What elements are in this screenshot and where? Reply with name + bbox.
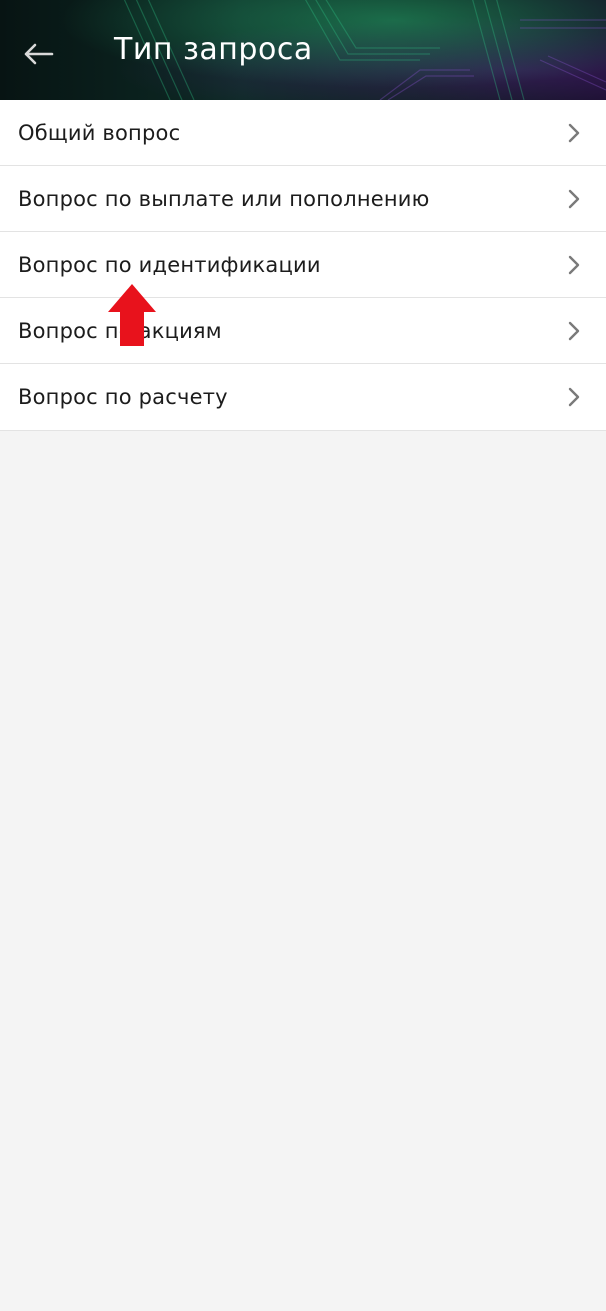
list-item-label: Общий вопрос [18,120,181,145]
app-header: Тип запроса [0,0,606,100]
chevron-right-icon [568,387,580,407]
chevron-right-icon [568,123,580,142]
list-item-settlement-question[interactable]: Вопрос по расчету [0,364,606,430]
back-button[interactable] [18,34,58,74]
chevron-right-icon [568,321,580,340]
chevron-right-icon [568,189,580,208]
chevron-right-icon [568,255,580,274]
red-up-arrow-icon [108,284,156,346]
page-title: Тип запроса [114,32,313,67]
request-type-list: Общий вопрос Вопрос по выплате или попол… [0,100,606,431]
arrow-left-icon [24,43,54,65]
list-item-identification-question[interactable]: Вопрос по идентификации [0,232,606,298]
list-item-payout-deposit-question[interactable]: Вопрос по выплате или пополнению [0,166,606,232]
list-item-promotions-question[interactable]: Вопрос по акциям [0,298,606,364]
list-item-label: Вопрос по расчету [18,385,228,409]
list-item-general-question[interactable]: Общий вопрос [0,100,606,166]
list-item-label: Вопрос по выплате или пополнению [18,186,430,211]
list-item-label: Вопрос по идентификации [18,252,321,277]
